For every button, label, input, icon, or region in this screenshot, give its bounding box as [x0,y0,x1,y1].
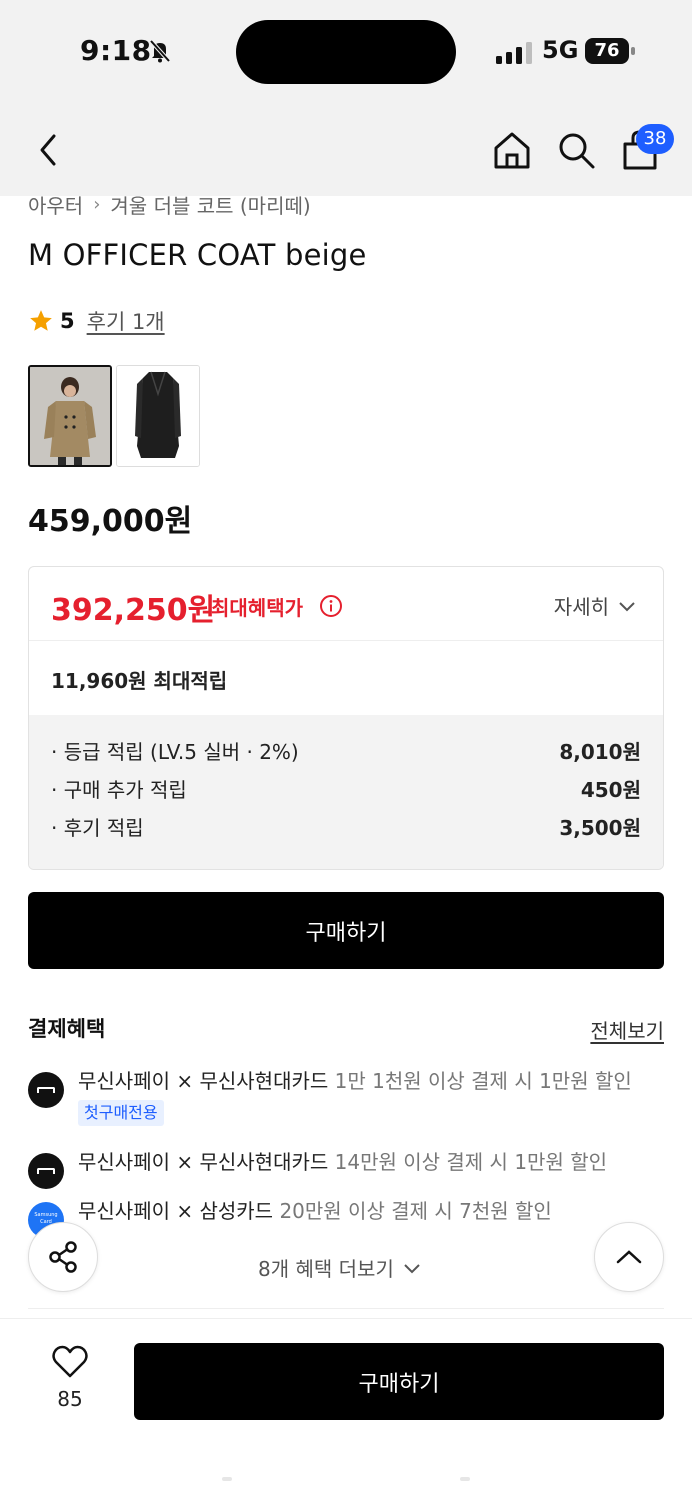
star-icon [30,310,52,331]
breadcrumb-category[interactable]: 아우터 [28,190,83,219]
like-button[interactable]: 85 [40,1345,100,1411]
payment-benefit-desc: 20만원 이상 결제 시 7천원 할인 [279,1199,552,1223]
battery-icon: 76 [585,38,635,64]
musinsa-logo-icon [28,1072,64,1108]
review-count-link[interactable]: 후기 1개 [87,306,165,336]
buy-button[interactable]: 구매하기 [28,892,664,969]
chevron-up-icon [616,1250,642,1264]
payment-benefit-desc: 14만원 이상 결제 시 1만원 할인 [334,1150,608,1174]
black-coat-image [117,366,199,466]
musinsa-logo-icon [28,1153,64,1189]
chevron-right-icon: › [93,194,101,215]
bottom-action-bar: 85 구매하기 [0,1318,692,1500]
points-breakdown: · 등급 적립 (LV.5 실버 · 2%) 8,010원 · 구매 추가 적립… [29,715,663,869]
beige-coat-image [30,367,110,465]
app-header [0,100,692,196]
bell-off-icon [149,39,171,63]
benefit-box: 392,250원 최대혜택가 자세히 11,960원 최대적립 · 등급 적립 … [28,566,664,870]
payment-benefit-item[interactable]: 무신사페이 × 무신사현대카드 1만 1천원 이상 결제 시 1만원 할인 첫구… [28,1066,668,1126]
payment-benefit-item[interactable]: 무신사페이 × 무신사현대카드 14만원 이상 결제 시 1만원 할인 [28,1147,668,1189]
signal-icon [496,42,532,64]
detail-toggle[interactable]: 자세히 [554,591,637,620]
points-row: · 등급 적립 (LV.5 실버 · 2%) 8,010원 [51,735,641,773]
status-bar: 9:18 5G 76 [0,0,692,100]
points-label: · 등급 적립 (LV.5 실버 · 2%) [51,740,299,764]
dynamic-island [236,20,456,84]
chevron-down-icon [404,1263,420,1273]
points-amount: 8,010원 [559,740,641,764]
points-label: · 구매 추가 적립 [51,778,187,802]
points-amount: 3,500원 [559,816,641,840]
buy-button-bottom[interactable]: 구매하기 [134,1343,664,1420]
rating-row: 5 후기 1개 [28,306,165,336]
divider [28,1308,664,1309]
breadcrumb-subcategory[interactable]: 겨울 더블 코트 (마리떼) [110,190,310,219]
points-row: · 후기 적립 3,500원 [51,811,641,849]
search-icon[interactable] [554,128,598,172]
max-benefit-row: 392,250원 최대혜택가 자세히 [29,567,663,641]
status-time: 9:18 [80,34,152,67]
home-icon[interactable] [490,128,534,172]
detail-toggle-label: 자세히 [553,595,609,619]
thumbnail-beige-coat-model[interactable] [28,365,112,467]
first-purchase-tag: 첫구매전용 [78,1100,164,1126]
more-benefits-toggle[interactable]: 8개 혜택 더보기 [258,1253,422,1282]
payment-benefit-name: 무신사페이 × 삼성카드 [78,1199,274,1223]
points-row: · 구매 추가 적립 450원 [51,773,641,811]
max-benefit-price: 392,250원 [51,593,216,628]
share-button[interactable] [28,1222,98,1292]
like-count: 85 [57,1387,83,1411]
back-arrow-icon[interactable] [30,128,70,172]
thumbnail-black-coat[interactable] [116,365,200,467]
payment-benefit-item[interactable]: Samsung Card 무신사페이 × 삼성카드 20만원 이상 결제 시 7… [28,1196,668,1238]
cart-count-badge: 38 [636,124,674,154]
view-all-link[interactable]: 전체보기 [590,1015,664,1044]
battery-level: 76 [585,38,629,64]
rating-score: 5 [60,309,75,333]
payment-benefit-name: 무신사페이 × 무신사현대카드 [78,1150,329,1174]
max-benefit-label: 최대혜택가 [211,596,303,620]
points-amount: 450원 [580,778,641,802]
more-benefits-label: 8개 혜택 더보기 [258,1257,394,1281]
payment-benefit-desc: 1만 1천원 이상 결제 시 1만원 할인 [334,1069,632,1093]
product-title: M OFFICER COAT beige [28,238,367,272]
home-indicator [222,1477,232,1481]
chevron-down-icon [619,601,635,611]
payment-benefits-title: 결제혜택 [28,1017,106,1041]
thumbnail-list [28,365,200,467]
max-points: 11,960원 최대적립 [51,669,228,693]
scroll-top-button[interactable] [594,1222,664,1292]
payment-benefit-name: 무신사페이 × 무신사현대카드 [78,1069,329,1093]
share-icon [49,1241,77,1273]
breadcrumb: 아우터 › 겨울 더블 코트 (마리떼) [28,190,311,219]
points-label: · 후기 적립 [51,816,144,840]
heart-icon [52,1345,88,1378]
home-indicator [460,1477,470,1481]
product-price: 459,000원 [28,504,193,539]
info-icon[interactable] [319,594,343,618]
network-type: 5G [542,36,579,64]
